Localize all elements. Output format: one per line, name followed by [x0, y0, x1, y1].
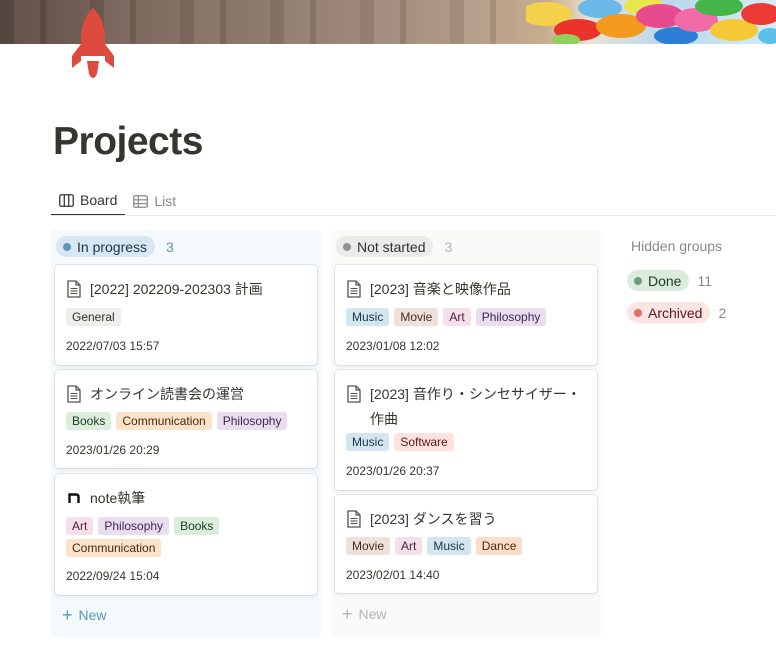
card-title: [2023] ダンスを習う [370, 511, 497, 527]
tag: Movie [346, 537, 391, 555]
card-title: [2023] 音作り・シンセサイザー・作曲 [370, 386, 581, 427]
tag: Communication [116, 412, 212, 430]
tag-list: Books Communication Philosophy [66, 412, 310, 430]
card-date: 2022/07/03 15:57 [66, 339, 160, 353]
status-label: In progress [77, 238, 148, 255]
tag: Philosophy [98, 517, 170, 535]
tag: Music [346, 308, 390, 326]
tab-list-label: List [154, 193, 177, 209]
project-card[interactable]: オンライン読書会の運営 Books Communication Philosop… [55, 370, 317, 468]
card-title: オンライン読書会の運営 [90, 386, 244, 402]
tab-board-label: Board [80, 192, 118, 208]
card-title: [2022] 202209-202303 計画 [90, 281, 263, 297]
tag-list: Music Movie Art Philosophy [346, 308, 590, 326]
tag: Communication [66, 539, 162, 557]
card-date: 2023/01/26 20:29 [66, 443, 160, 457]
new-card-label: New [78, 607, 107, 623]
status-dot-icon [63, 242, 71, 251]
card-title: [2023] 音楽と映像作品 [370, 281, 511, 297]
tag: Art [66, 517, 94, 535]
status-badge[interactable]: Not started [336, 236, 434, 257]
tabs-divider [51, 215, 776, 216]
column-in-progress: In progress 3 [2022] 202209-202303 計画 Ge… [51, 230, 321, 637]
tag: Books [174, 517, 220, 535]
hidden-group-archived[interactable]: Archived 2 [627, 302, 726, 323]
tag: General [66, 308, 121, 326]
tab-board[interactable]: Board [51, 186, 126, 216]
cover-image[interactable] [0, 0, 776, 44]
card-date: 2023/01/08 12:02 [346, 339, 440, 353]
card-date: 2022/09/24 15:04 [66, 569, 160, 583]
status-label: Done [648, 272, 682, 289]
status-badge[interactable]: Archived [627, 302, 711, 323]
new-card-button[interactable]: + New [342, 604, 387, 624]
page-icon [347, 280, 361, 298]
page-icon [67, 280, 81, 298]
project-card[interactable]: [2022] 202209-202303 計画 General 2022/07/… [55, 265, 317, 365]
card-date: 2023/01/26 20:37 [346, 464, 440, 478]
board-icon [59, 193, 74, 207]
project-card[interactable]: [2023] ダンスを習う Movie Art Music Dance 2023… [335, 495, 597, 593]
note-logo-icon [68, 493, 80, 503]
page-icon [67, 385, 81, 403]
status-label: Not started [357, 238, 426, 255]
new-card-label: New [358, 606, 387, 622]
hidden-group-done[interactable]: Done 11 [627, 270, 712, 291]
status-label: Archived [648, 304, 703, 321]
status-badge[interactable]: Done [627, 270, 690, 291]
tag: Music [427, 537, 471, 555]
tag: Art [395, 537, 423, 555]
status-dot-icon [634, 276, 642, 285]
column-count: 3 [444, 238, 453, 255]
umbrellas-decoration [526, 0, 776, 44]
plus-icon: + [62, 605, 73, 625]
project-card[interactable]: [2023] 音作り・シンセサイザー・作曲 Music Software 202… [335, 370, 597, 490]
tab-list[interactable]: List [125, 186, 184, 216]
column-header: Not started 3 [336, 236, 452, 257]
tag-list: Art Philosophy Books Communication [66, 517, 310, 557]
tag: Movie [394, 308, 439, 326]
tag: Philosophy [216, 412, 288, 430]
page-icon [347, 510, 361, 528]
page-icon [347, 385, 361, 403]
page-title: Projects [53, 120, 203, 163]
tag-list: General [66, 308, 310, 326]
hidden-groups-heading: Hidden groups [631, 238, 723, 254]
tag: Software [394, 433, 454, 451]
column-not-started: Not started 3 [2023] 音楽と映像作品 Music Movie… [331, 230, 601, 636]
table-icon [133, 194, 149, 208]
status-dot-icon [343, 242, 351, 251]
tag: Art [443, 308, 471, 326]
tag-list: Music Software [346, 433, 590, 451]
card-title: note執筆 [90, 490, 146, 506]
tag: Dance [475, 537, 523, 555]
column-count: 3 [166, 238, 174, 255]
project-card[interactable]: note執筆 Art Philosophy Books Communicatio… [55, 474, 317, 595]
card-date: 2023/02/01 14:40 [346, 568, 440, 582]
group-count: 2 [718, 304, 727, 321]
view-tabs: Board List [51, 186, 184, 216]
plus-icon: + [342, 604, 353, 624]
tag-list: Movie Art Music Dance [346, 537, 590, 555]
status-dot-icon [634, 308, 642, 317]
rocket-icon[interactable] [70, 6, 116, 82]
tag: Books [66, 412, 112, 430]
tag: Music [346, 433, 390, 451]
column-header: In progress 3 [56, 236, 174, 257]
tag: Philosophy [475, 308, 547, 326]
status-badge[interactable]: In progress [56, 236, 156, 257]
group-count: 11 [697, 272, 713, 289]
project-card[interactable]: [2023] 音楽と映像作品 Music Movie Art Philosoph… [335, 265, 597, 365]
new-card-button[interactable]: + New [62, 605, 107, 625]
